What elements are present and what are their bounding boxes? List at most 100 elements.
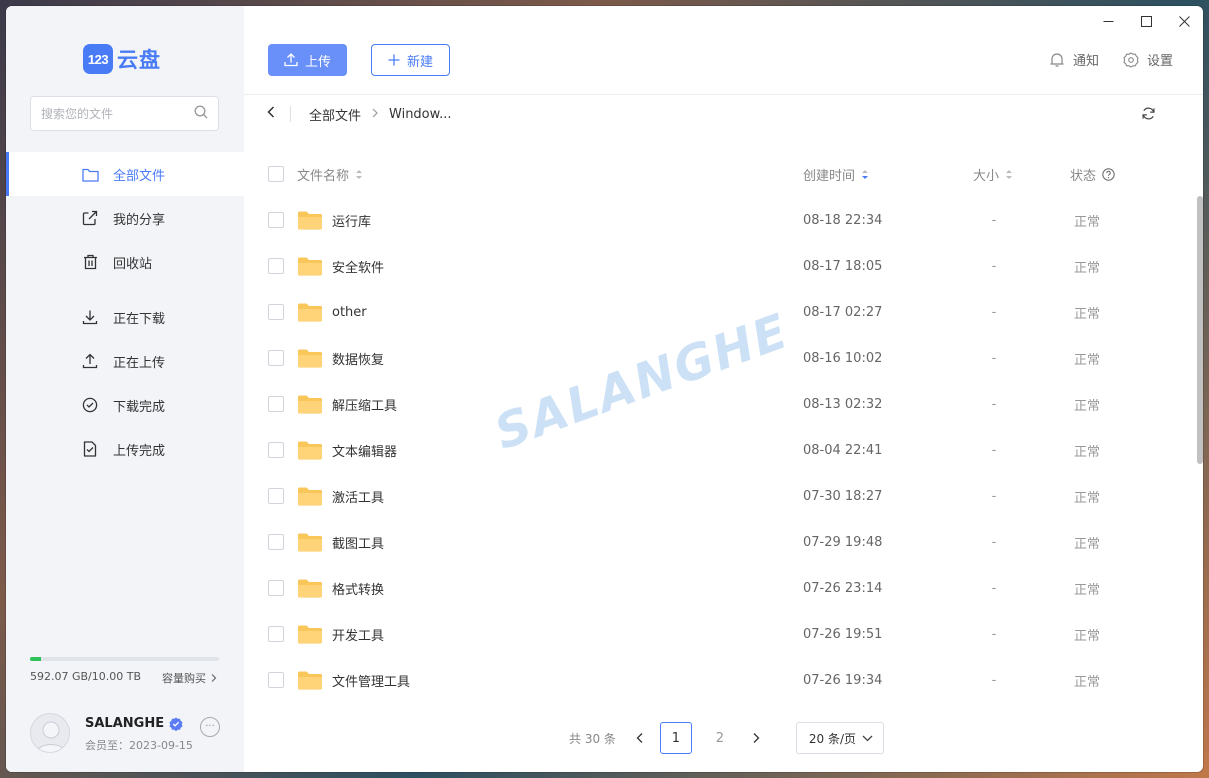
row-checkbox[interactable] — [268, 534, 284, 550]
file-name-cell[interactable]: 开发工具 — [297, 624, 384, 644]
file-size: - — [991, 442, 997, 458]
file-date: 07-30 18:27 — [803, 488, 883, 504]
file-name-cell[interactable]: 激活工具 — [297, 486, 384, 506]
page-size-select[interactable]: 20 条/页 — [795, 722, 884, 754]
new-button[interactable]: 新建 — [371, 44, 450, 76]
settings-button[interactable]: 设置 — [1123, 50, 1173, 69]
row-checkbox[interactable] — [268, 212, 284, 228]
table-row[interactable]: 解压缩工具 08-13 02:32 - 正常 — [266, 381, 1166, 427]
sidebar-item-label: 下载完成 — [113, 399, 166, 415]
file-name-cell[interactable]: 数据恢复 — [297, 348, 384, 368]
sidebar-item-uploading[interactable]: 正在上传 — [6, 339, 244, 383]
file-date: 08-04 22:41 — [803, 442, 883, 458]
table-row[interactable]: 截图工具 07-29 19:48 - 正常 — [266, 519, 1166, 565]
file-status: 正常 — [1074, 214, 1101, 230]
file-date: 07-26 23:14 — [803, 580, 883, 596]
more-options-icon[interactable]: ··· — [200, 717, 220, 737]
file-size: - — [991, 488, 997, 504]
row-checkbox[interactable] — [268, 672, 284, 688]
file-name-cell[interactable]: 格式转换 — [297, 578, 384, 598]
row-checkbox[interactable] — [268, 396, 284, 412]
sidebar-item-all-files[interactable]: 全部文件 — [6, 152, 244, 196]
select-all-checkbox[interactable] — [268, 166, 284, 182]
row-checkbox[interactable] — [268, 258, 284, 274]
file-date: 08-17 18:05 — [803, 258, 883, 274]
file-date: 08-13 02:32 — [803, 396, 883, 412]
breadcrumb-divider — [290, 106, 291, 122]
row-checkbox[interactable] — [268, 580, 284, 596]
buy-capacity-link[interactable]: 容量购买 — [162, 670, 219, 686]
table-header: 文件名称 创建时间 大小 状态 — [266, 151, 1166, 197]
file-status: 正常 — [1074, 444, 1101, 460]
file-name-cell[interactable]: 安全软件 — [297, 256, 384, 276]
table-row[interactable]: other 08-17 02:27 - 正常 — [266, 289, 1166, 335]
table-row[interactable]: 格式转换 07-26 23:14 - 正常 — [266, 565, 1166, 611]
file-name-cell[interactable]: 解压缩工具 — [297, 394, 397, 414]
main-panel: 上传 新建 通知 设置 全部文件 Window... 文件名称 创建时间 大小 … — [244, 6, 1203, 772]
file-name-cell[interactable]: 文本编辑器 — [297, 440, 397, 460]
row-checkbox[interactable] — [268, 304, 284, 320]
app-logo[interactable]: 123 云盘 — [83, 44, 161, 74]
sidebar-item-my-share[interactable]: 我的分享 — [6, 196, 244, 240]
row-checkbox[interactable] — [268, 626, 284, 642]
sidebar-item-recycle-bin[interactable]: 回收站 — [6, 240, 244, 284]
search-input[interactable] — [41, 106, 194, 121]
file-size: - — [991, 350, 997, 366]
sidebar-item-download-complete[interactable]: 下载完成 — [6, 383, 244, 427]
notification-button[interactable]: 通知 — [1049, 50, 1099, 69]
settings-label: 设置 — [1146, 54, 1173, 69]
sidebar-item-upload-complete[interactable]: 上传完成 — [6, 427, 244, 471]
header-size[interactable]: 大小 — [973, 165, 1013, 184]
file-table: 文件名称 创建时间 大小 状态 运行库 08-18 22:34 - 正常 安全软… — [266, 151, 1166, 703]
breadcrumb-root[interactable]: 全部文件 — [309, 105, 361, 124]
table-row[interactable]: 激活工具 07-30 18:27 - 正常 — [266, 473, 1166, 519]
file-name-cell[interactable]: other — [297, 302, 367, 322]
back-arrow-icon[interactable] — [266, 105, 276, 123]
minimize-button[interactable] — [1089, 6, 1127, 36]
search-box — [30, 96, 219, 131]
help-icon[interactable] — [1102, 167, 1115, 181]
row-checkbox[interactable] — [268, 488, 284, 504]
buy-capacity-label: 容量购买 — [162, 672, 206, 685]
avatar[interactable] — [30, 713, 70, 753]
file-status: 正常 — [1074, 582, 1101, 598]
user-panel: SALANGHE 会员至：2023-09-15 ··· — [30, 713, 220, 753]
sidebar-item-label: 正在上传 — [113, 355, 166, 371]
sidebar-item-downloading[interactable]: 正在下载 — [6, 295, 244, 339]
table-row[interactable]: 安全软件 08-17 18:05 - 正常 — [266, 243, 1166, 289]
header-date[interactable]: 创建时间 — [803, 165, 869, 184]
new-button-label: 新建 — [406, 54, 433, 70]
breadcrumb-current[interactable]: Window... — [389, 107, 451, 122]
maximize-button[interactable] — [1127, 6, 1165, 36]
file-name-cell[interactable]: 文件管理工具 — [297, 670, 410, 690]
scrollbar[interactable] — [1197, 196, 1203, 692]
page-button-2[interactable]: 2 — [704, 722, 736, 754]
trash-icon — [81, 253, 99, 271]
table-row[interactable]: 运行库 08-18 22:34 - 正常 — [266, 197, 1166, 243]
search-icon[interactable] — [194, 105, 208, 123]
page-button-1[interactable]: 1 — [659, 722, 692, 754]
prev-page-button[interactable] — [626, 724, 654, 752]
sort-desc-icon — [861, 169, 869, 180]
table-row[interactable]: 文本编辑器 08-04 22:41 - 正常 — [266, 427, 1166, 473]
refresh-icon[interactable] — [1141, 106, 1157, 122]
file-name-cell[interactable]: 运行库 — [297, 210, 371, 230]
upload-button[interactable]: 上传 — [268, 44, 347, 76]
scrollbar-thumb[interactable] — [1197, 196, 1203, 464]
upload-icon — [284, 53, 298, 67]
table-row[interactable]: 文件管理工具 07-26 19:34 - 正常 — [266, 657, 1166, 703]
file-size: - — [991, 626, 997, 642]
header-name[interactable]: 文件名称 — [297, 165, 363, 184]
file-date: 07-26 19:51 — [803, 626, 883, 642]
file-name-cell[interactable]: 截图工具 — [297, 532, 384, 552]
table-row[interactable]: 数据恢复 08-16 10:02 - 正常 — [266, 335, 1166, 381]
table-row[interactable]: 开发工具 07-26 19:51 - 正常 — [266, 611, 1166, 657]
file-status: 正常 — [1074, 352, 1101, 368]
row-checkbox[interactable] — [268, 350, 284, 366]
row-checkbox[interactable] — [268, 442, 284, 458]
file-name: 安全软件 — [332, 260, 385, 276]
file-name: 格式转换 — [332, 582, 385, 598]
header-size-label: 大小 — [973, 168, 1000, 184]
close-button[interactable] — [1165, 6, 1203, 36]
next-page-button[interactable] — [742, 724, 770, 752]
